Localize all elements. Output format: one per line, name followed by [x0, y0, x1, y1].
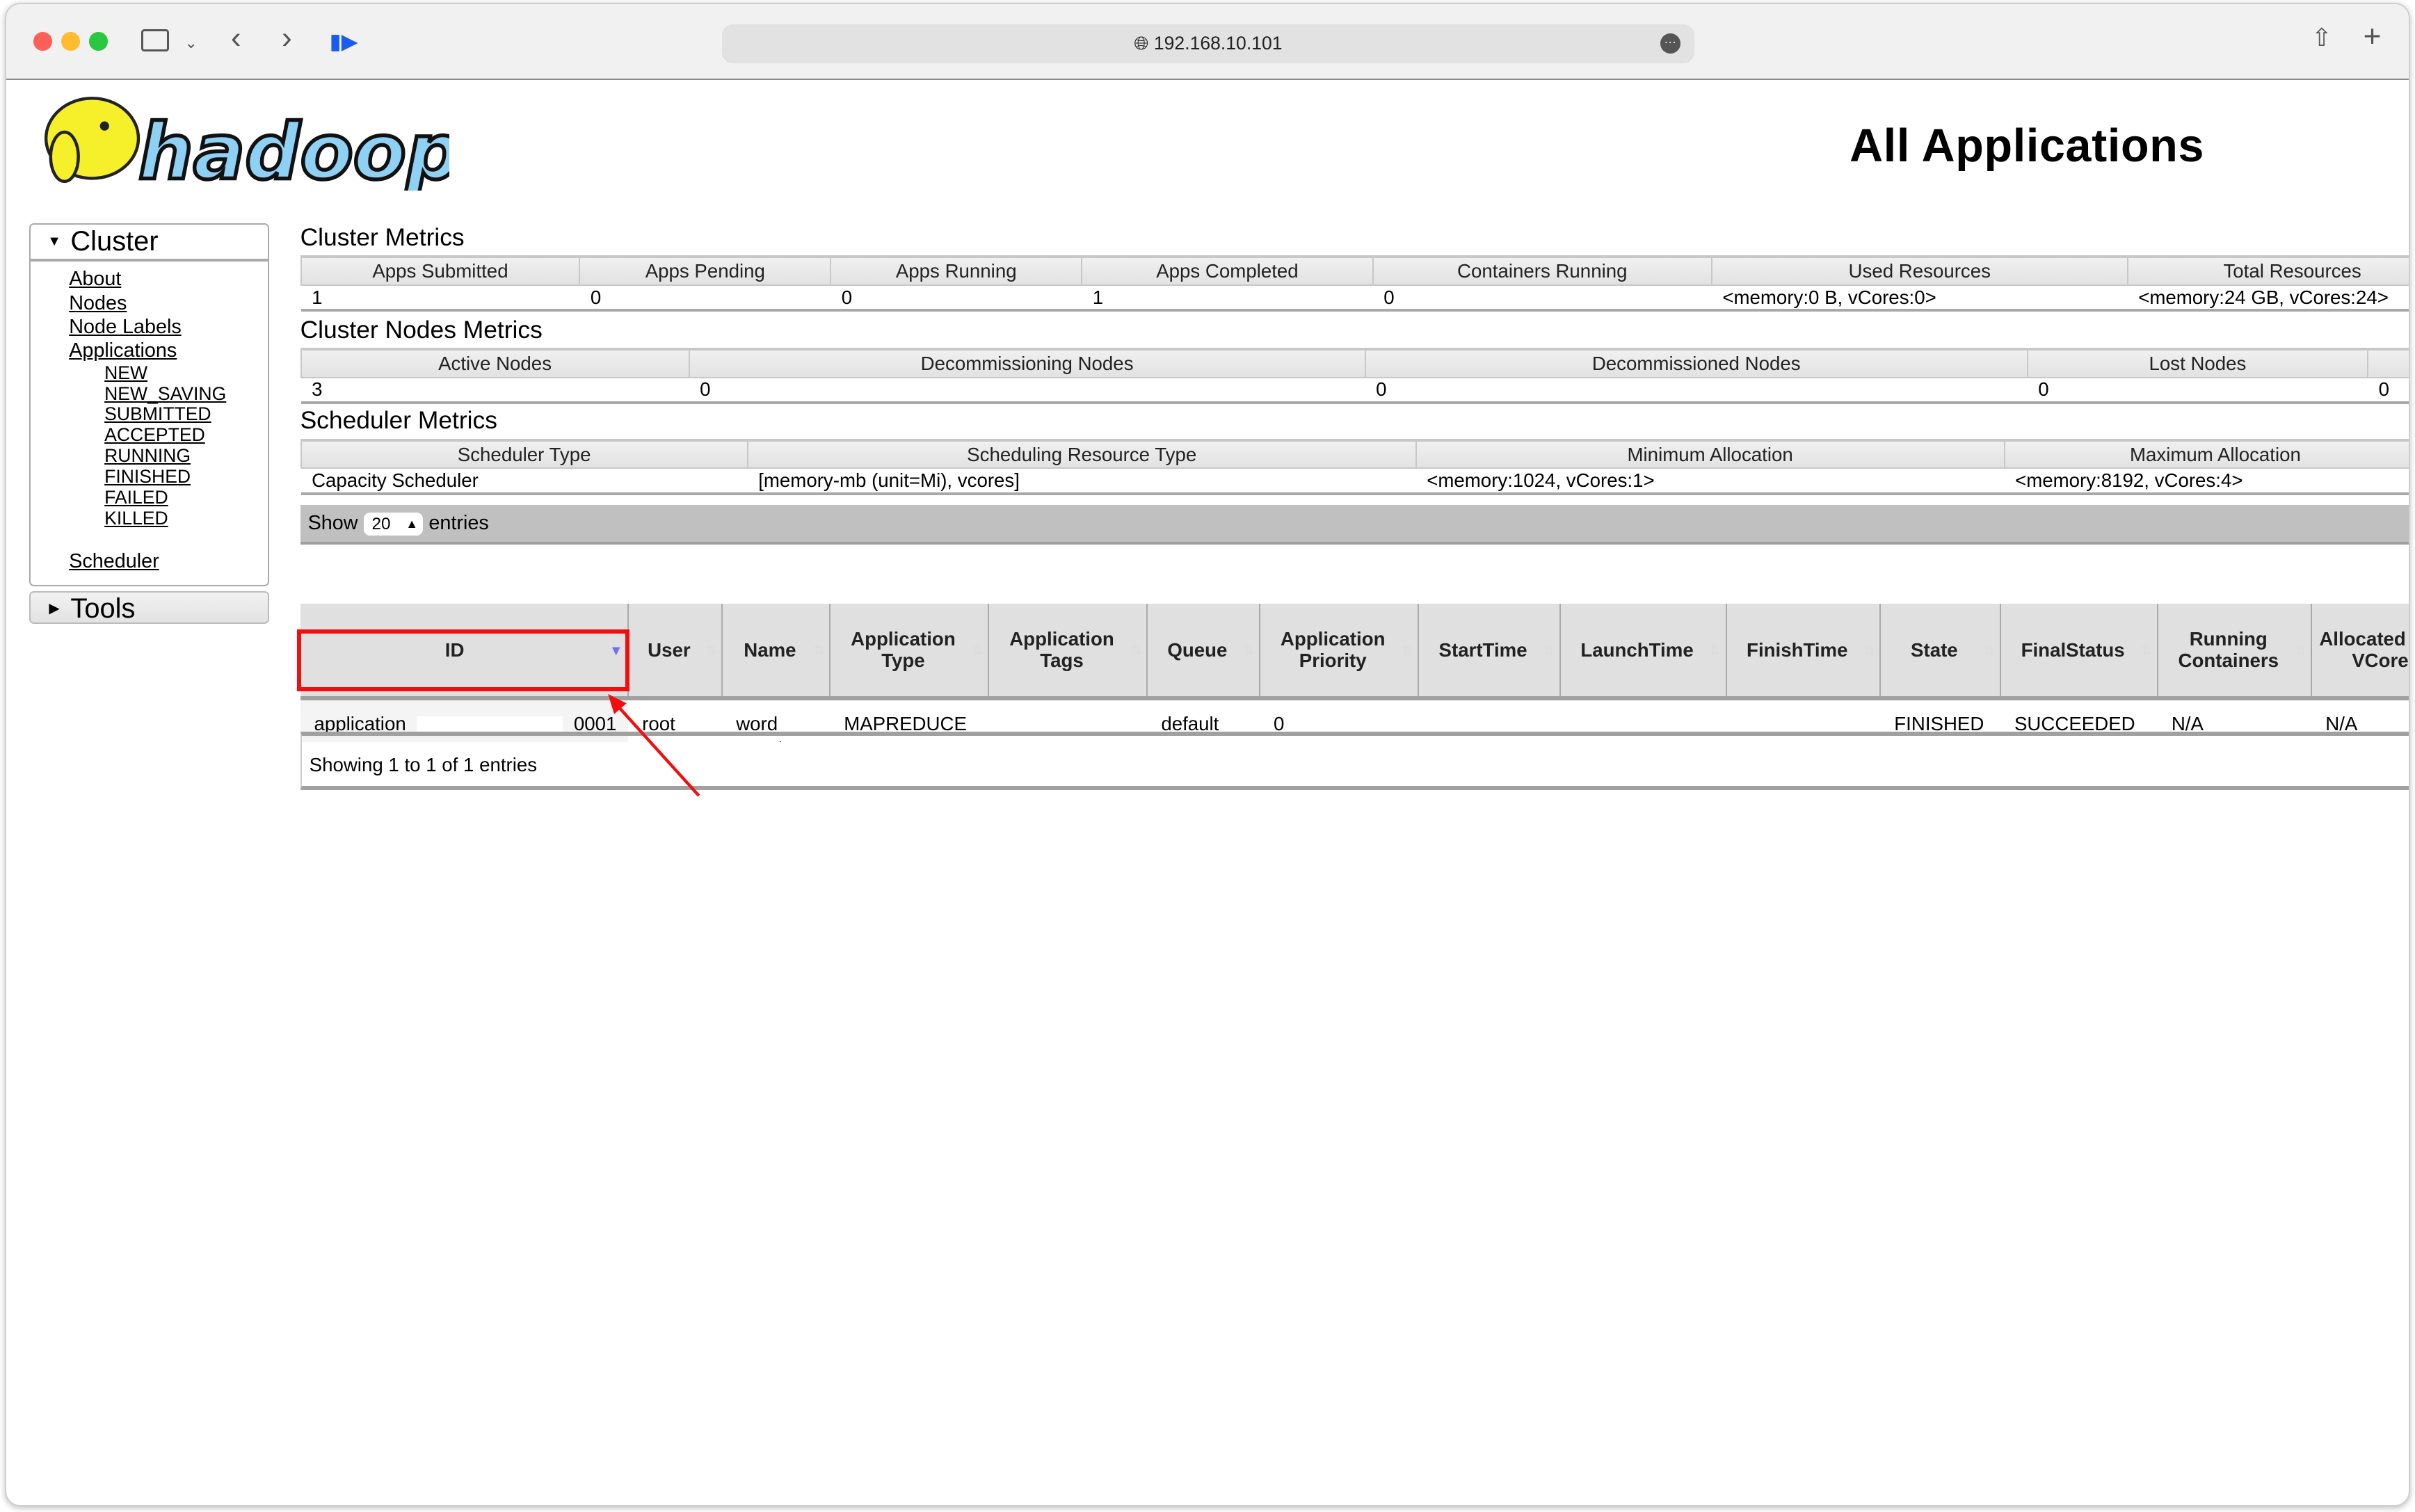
column-header-label: Allocated CPU VCores [2319, 628, 2409, 672]
sort-icon: ⇅ [1863, 643, 1875, 659]
triangle-down-icon: ▼ [47, 233, 61, 249]
sidebar-toggle-icon[interactable] [141, 29, 169, 52]
sidebar-item-nodes[interactable]: Nodes [31, 291, 268, 315]
browser-window: ⌄ ‹ › ▮▶ 🌐︎ 192.168.10.101 ··· ⇧ + hadoo… [4, 3, 2411, 1506]
sidebar-item-node-labels[interactable]: Node Labels [31, 315, 268, 339]
page-content: hadoop All Applications ▼ Cluster About No… [6, 80, 2409, 1505]
sort-icon: ⇅ [1242, 643, 1255, 659]
column-header-label: Running Containers [2178, 628, 2279, 672]
column-header-name[interactable]: Name ⇅ [722, 603, 831, 700]
column-header-allocated-cpu-vcores[interactable]: Allocated CPU VCores⇅ [2311, 603, 2409, 700]
globe-icon: 🌐︎ [1134, 33, 1149, 54]
column-header-label: FinishTime [1747, 638, 1848, 661]
more-options-icon[interactable]: ··· [1660, 33, 1680, 54]
sort-icon: ⇅ [1983, 643, 1996, 659]
sidebar-tools-header[interactable]: ▶ Tools [29, 591, 270, 625]
sort-icon: ⇅ [2140, 643, 2153, 659]
column-header-label: Application Priority [1280, 628, 1386, 672]
forward-icon[interactable]: › [282, 23, 292, 54]
sidebar-item-new[interactable]: NEW [31, 362, 268, 384]
column-header-label: Name [744, 638, 796, 661]
column-header-label: Queue [1167, 638, 1228, 661]
column-header-label: StartTime [1438, 638, 1527, 661]
triangle-right-icon: ▶ [49, 601, 60, 617]
page-root: ⌄ ‹ › ▮▶ 🌐︎ 192.168.10.101 ··· ⇧ + hadoo… [0, 0, 2415, 1512]
column-header-state[interactable]: State ⇅ [1880, 603, 2002, 700]
sidebar-item-new-saving[interactable]: NEW_SAVING [31, 383, 268, 405]
extension-icon[interactable]: ▮▶ [330, 29, 358, 54]
back-icon[interactable]: ‹ [231, 23, 241, 54]
browser-toolbar: ⌄ ‹ › ▮▶ 🌐︎ 192.168.10.101 ··· ⇧ + [6, 4, 2409, 80]
cluster-label: Cluster [70, 225, 159, 257]
annotation-highlight-box [297, 629, 630, 691]
sidebar-item-running[interactable]: RUNNING [31, 445, 268, 467]
tools-label: Tools [70, 593, 136, 625]
sort-icon: ⇅ [972, 643, 984, 659]
sidebar-cluster-header[interactable]: ▼ Cluster [30, 225, 268, 262]
column-header-starttime[interactable]: StartTime ⇅ [1418, 603, 1561, 700]
sidebar-item-accepted[interactable]: ACCEPTED [31, 424, 268, 446]
sidebar-item-submitted[interactable]: SUBMITTED [31, 403, 268, 425]
sort-icon: ⇅ [1543, 643, 1555, 659]
sidebar-item-about[interactable]: About [31, 267, 268, 291]
sort-icon: ⇅ [1709, 643, 1722, 659]
column-header-label: State [1911, 638, 1958, 661]
sidebar-item-applications[interactable]: Applications [31, 339, 268, 362]
new-tab-icon[interactable]: + [2364, 22, 2382, 52]
column-header-label: Application Tags [1009, 628, 1114, 672]
column-header-finishtime[interactable]: FinishTime ⇅ [1726, 603, 1882, 700]
column-header-application-type[interactable]: Application Type ⇅ [830, 603, 990, 700]
sidebar-item-scheduler[interactable]: Scheduler [31, 549, 268, 573]
column-header-application-tags[interactable]: Application Tags ⇅ [988, 603, 1148, 700]
address-bar[interactable]: 🌐︎ 192.168.10.101 ··· [722, 24, 1694, 63]
column-header-label: User [648, 638, 691, 661]
minimize-window-button[interactable] [61, 32, 80, 51]
sort-icon: ⇅ [1130, 643, 1142, 659]
sidebar-item-killed[interactable]: KILLED [31, 508, 268, 529]
close-window-button[interactable] [33, 32, 53, 51]
column-header-label: LaunchTime [1580, 638, 1694, 661]
column-header-label: Application Type [851, 628, 956, 672]
sidebar-item-finished[interactable]: FINISHED [31, 466, 268, 488]
annotation-arrow [608, 694, 700, 798]
column-header-label: FinalStatus [2021, 638, 2125, 661]
column-header-running-containers[interactable]: Running Containers ⇅ [2157, 603, 2313, 700]
sidebar-item-failed[interactable]: FAILED [31, 487, 268, 508]
url-text: 192.168.10.101 [1153, 33, 1283, 54]
sort-icon: ⇅ [1401, 643, 1413, 659]
sort-icon: ⇅ [812, 643, 825, 659]
chevron-down-icon[interactable]: ⌄ [184, 31, 198, 55]
sort-icon: ⇅ [2295, 643, 2306, 659]
column-header-application-priority[interactable]: Application Priority ⇅ [1260, 603, 1420, 700]
sort-icon: ⇅ [705, 643, 717, 659]
share-icon[interactable]: ⇧ [2311, 26, 2332, 50]
sidebar: ▼ Cluster About Nodes Node Labels Applicatio… [29, 223, 269, 586]
column-header-queue[interactable]: Queue ⇅ [1147, 603, 1261, 700]
column-header-launchtime[interactable]: LaunchTime ⇅ [1559, 603, 1727, 700]
column-header-finalstatus[interactable]: FinalStatus ⇅ [2000, 603, 2158, 700]
maximize-window-button[interactable] [89, 32, 108, 51]
sidebar-menu: About Nodes Node Labels Applications NEW NEW_… [31, 262, 268, 529]
